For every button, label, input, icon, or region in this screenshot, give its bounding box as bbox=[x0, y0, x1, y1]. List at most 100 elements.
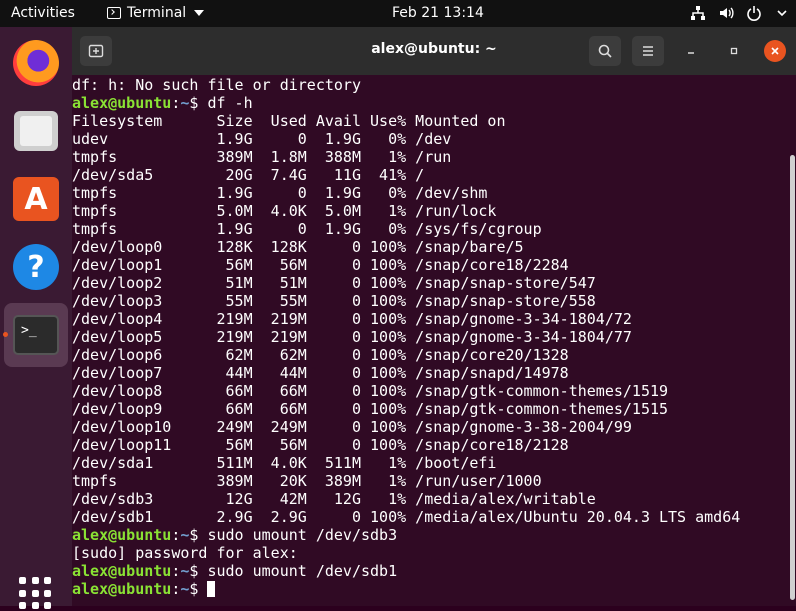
output-text: /dev/loop0 128K 128K 0 100% /snap/bare/5 bbox=[72, 238, 524, 256]
menu-icon bbox=[643, 46, 653, 56]
output-text: /dev/sda1 511M 4.0K 511M 1% /boot/efi bbox=[72, 454, 497, 472]
prompt-line: alex@ubuntu:~$ sudo umount /dev/sdb3 bbox=[72, 526, 780, 544]
clock[interactable]: Feb 21 13:14 bbox=[392, 5, 484, 21]
prompt-line: alex@ubuntu:~$ bbox=[72, 580, 780, 598]
volume-icon[interactable] bbox=[718, 4, 734, 22]
output-text: /dev/loop6 62M 62M 0 100% /snap/core20/1… bbox=[72, 346, 569, 364]
minimize-icon bbox=[688, 52, 694, 54]
prompt-line: alex@ubuntu:~$ sudo umount /dev/sdb1 bbox=[72, 562, 780, 580]
output-text: tmpfs 389M 20K 389M 1% /run/user/1000 bbox=[72, 472, 542, 490]
terminal-output[interactable]: df: h: No such file or directory alex@ubu… bbox=[72, 75, 796, 606]
output-line: df: h: No such file or directory bbox=[72, 76, 780, 94]
system-tray[interactable] bbox=[690, 4, 790, 22]
output-line: tmpfs 389M 1.8M 388M 1% /run bbox=[72, 148, 780, 166]
top-bar: Activities Terminal Feb 21 13:14 bbox=[0, 0, 796, 27]
network-icon[interactable] bbox=[690, 4, 706, 22]
output-text: /dev/loop11 56M 56M 0 100% /snap/core18/… bbox=[72, 436, 569, 454]
app-menu[interactable]: Terminal bbox=[107, 5, 205, 21]
output-line: /dev/loop8 66M 66M 0 100% /snap/gtk-comm… bbox=[72, 382, 780, 400]
output-line: /dev/sdb1 2.9G 2.9G 0 100% /media/alex/U… bbox=[72, 508, 780, 526]
output-line: /dev/loop10 249M 249M 0 100% /snap/gnome… bbox=[72, 418, 780, 436]
prompt-symbol: $ bbox=[189, 526, 208, 544]
firefox-icon bbox=[13, 40, 59, 86]
scrollbar[interactable] bbox=[790, 155, 795, 600]
output-text: tmpfs 1.9G 0 1.9G 0% /sys/fs/cgroup bbox=[72, 220, 542, 238]
dock-item-help[interactable]: ? bbox=[4, 235, 68, 299]
prompt-symbol: $ bbox=[189, 94, 208, 112]
output-line: /dev/sda1 511M 4.0K 511M 1% /boot/efi bbox=[72, 454, 780, 472]
text-cursor bbox=[207, 581, 216, 597]
output-text: /dev/loop9 66M 66M 0 100% /snap/gtk-comm… bbox=[72, 400, 669, 418]
dock-item-software[interactable]: A bbox=[4, 167, 68, 231]
terminal-lines: df: h: No such file or directory alex@ubu… bbox=[72, 76, 780, 598]
prompt-user: alex@ubuntu bbox=[72, 526, 172, 544]
prompt-user: alex@ubuntu bbox=[72, 94, 172, 112]
output-line: /dev/loop7 44M 44M 0 100% /snap/snapd/14… bbox=[72, 364, 780, 382]
dock-item-terminal[interactable]: >_ bbox=[4, 303, 68, 367]
output-text: df: h: No such file or directory bbox=[72, 76, 361, 94]
output-line: /dev/loop9 66M 66M 0 100% /snap/gtk-comm… bbox=[72, 400, 780, 418]
output-text: /dev/loop3 55M 55M 0 100% /snap/snap-sto… bbox=[72, 292, 596, 310]
prompt-user: alex@ubuntu bbox=[72, 562, 172, 580]
output-text: /dev/loop7 44M 44M 0 100% /snap/snapd/14… bbox=[72, 364, 569, 382]
terminal-window: alex@ubuntu: ~ df: h: No such file or di… bbox=[72, 27, 796, 606]
output-line: /dev/sda5 20G 7.4G 11G 41% / bbox=[72, 166, 780, 184]
output-text: /dev/loop1 56M 56M 0 100% /snap/core18/2… bbox=[72, 256, 569, 274]
output-text: /dev/sdb3 12G 42M 12G 1% /media/alex/wri… bbox=[72, 490, 596, 508]
dock-item-files[interactable] bbox=[4, 99, 68, 163]
output-line: [sudo] password for alex: bbox=[72, 544, 780, 562]
prompt-line: alex@ubuntu:~$ df -h bbox=[72, 94, 780, 112]
window-headerbar: alex@ubuntu: ~ bbox=[72, 27, 796, 75]
output-text: [sudo] password for alex: bbox=[72, 544, 298, 562]
output-line: tmpfs 5.0M 4.0K 5.0M 1% /run/lock bbox=[72, 202, 780, 220]
activities-button[interactable]: Activities bbox=[11, 5, 75, 21]
software-store-icon: A bbox=[13, 177, 59, 221]
prompt-symbol: $ bbox=[189, 580, 208, 598]
app-menu-label: Terminal bbox=[127, 5, 187, 21]
prompt-user: alex@ubuntu bbox=[72, 580, 172, 598]
command-text: df -h bbox=[207, 94, 253, 112]
output-line: tmpfs 1.9G 0 1.9G 0% /sys/fs/cgroup bbox=[72, 220, 780, 238]
dock-item-firefox[interactable] bbox=[4, 31, 68, 95]
output-line: tmpfs 1.9G 0 1.9G 0% /dev/shm bbox=[72, 184, 780, 202]
prompt-symbol: $ bbox=[189, 562, 208, 580]
search-icon bbox=[598, 44, 612, 58]
terminal-icon: >_ bbox=[13, 315, 59, 355]
output-text: /dev/loop8 66M 66M 0 100% /snap/gtk-comm… bbox=[72, 382, 669, 400]
output-line: /dev/loop11 56M 56M 0 100% /snap/core18/… bbox=[72, 436, 780, 454]
command-text: sudo umount /dev/sdb1 bbox=[207, 562, 398, 580]
dock: A ? >_ bbox=[0, 27, 72, 610]
output-line: tmpfs 389M 20K 389M 1% /run/user/1000 bbox=[72, 472, 780, 490]
close-icon bbox=[771, 47, 779, 55]
chevron-down-icon bbox=[194, 10, 205, 16]
output-text: /dev/sda5 20G 7.4G 11G 41% / bbox=[72, 166, 425, 184]
output-line: Filesystem Size Used Avail Use% Mounted … bbox=[72, 112, 780, 130]
maximize-button[interactable] bbox=[723, 40, 745, 62]
help-icon: ? bbox=[13, 244, 59, 290]
running-indicator bbox=[3, 332, 8, 337]
output-line: /dev/loop3 55M 55M 0 100% /snap/snap-sto… bbox=[72, 292, 780, 310]
output-text: tmpfs 1.9G 0 1.9G 0% /dev/shm bbox=[72, 184, 488, 202]
output-line: /dev/loop2 51M 51M 0 100% /snap/snap-sto… bbox=[72, 274, 780, 292]
output-line: /dev/loop4 219M 219M 0 100% /snap/gnome-… bbox=[72, 310, 780, 328]
terminal-app-icon bbox=[107, 7, 121, 19]
chevron-down-icon[interactable] bbox=[774, 4, 790, 22]
files-icon bbox=[14, 111, 58, 151]
output-text: tmpfs 5.0M 4.0K 5.0M 1% /run/lock bbox=[72, 202, 497, 220]
output-text: /dev/loop2 51M 51M 0 100% /snap/snap-sto… bbox=[72, 274, 596, 292]
output-text: /dev/loop4 219M 219M 0 100% /snap/gnome-… bbox=[72, 310, 632, 328]
output-text: Filesystem Size Used Avail Use% Mounted … bbox=[72, 112, 506, 130]
output-line: /dev/loop6 62M 62M 0 100% /snap/core20/1… bbox=[72, 346, 780, 364]
power-icon[interactable] bbox=[746, 4, 762, 22]
output-text: /dev/loop10 249M 249M 0 100% /snap/gnome… bbox=[72, 418, 632, 436]
menu-button[interactable] bbox=[632, 36, 664, 66]
output-line: udev 1.9G 0 1.9G 0% /dev bbox=[72, 130, 780, 148]
maximize-icon bbox=[730, 47, 738, 55]
output-line: /dev/sdb3 12G 42M 12G 1% /media/alex/wri… bbox=[72, 490, 780, 508]
close-button[interactable] bbox=[764, 40, 786, 62]
search-button[interactable] bbox=[589, 36, 621, 66]
command-text: sudo umount /dev/sdb3 bbox=[207, 526, 398, 544]
minimize-button[interactable] bbox=[680, 40, 702, 62]
output-line: /dev/loop5 219M 219M 0 100% /snap/gnome-… bbox=[72, 328, 780, 346]
output-line: /dev/loop1 56M 56M 0 100% /snap/core18/2… bbox=[72, 256, 780, 274]
